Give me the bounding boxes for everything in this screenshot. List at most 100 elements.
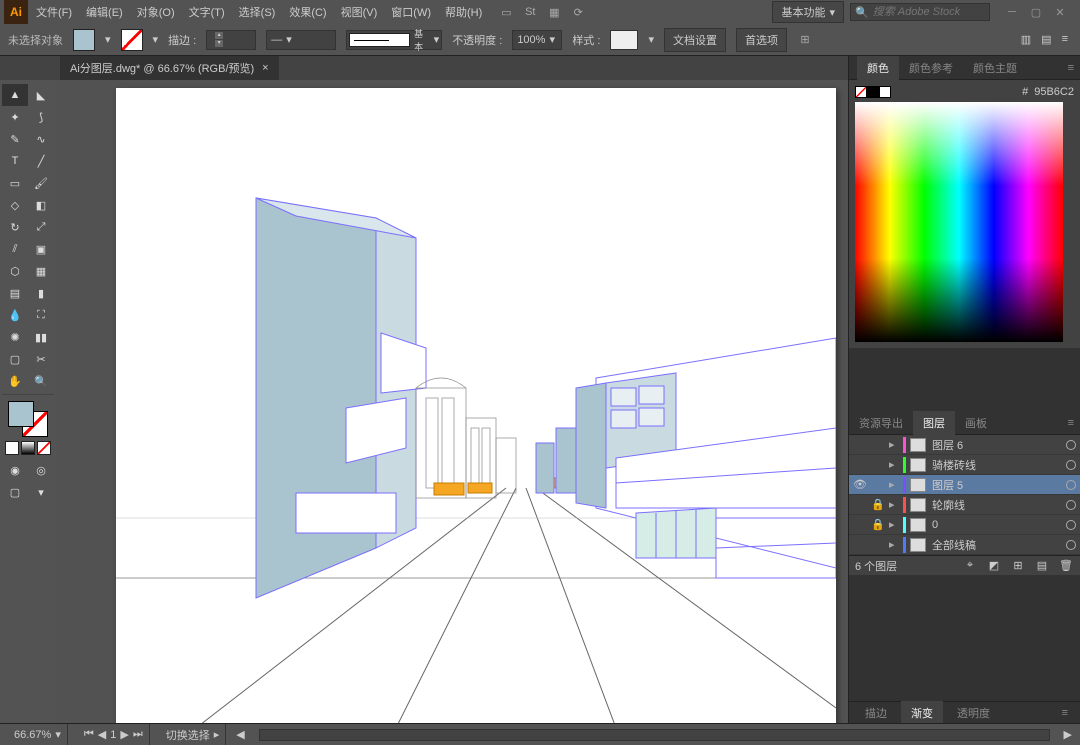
pen-tool[interactable]: ✎ (2, 128, 28, 150)
screen-mode-options[interactable]: ▾ (28, 481, 54, 503)
fill-stroke-indicator[interactable] (8, 401, 48, 437)
eyedropper-tool[interactable]: 💧 (2, 304, 28, 326)
graphic-style[interactable] (610, 30, 638, 50)
slice-tool[interactable]: ✂ (28, 348, 54, 370)
column-graph-tool[interactable]: ▮▮ (28, 326, 54, 348)
color-spectrum[interactable] (855, 102, 1063, 342)
layer-name[interactable]: 图层 6 (930, 437, 1062, 453)
target-icon[interactable] (1066, 460, 1076, 470)
panel-toggle-icon[interactable]: ▤ (1041, 33, 1051, 46)
first-icon[interactable]: ⏮ (84, 728, 94, 741)
draw-behind[interactable]: ◎ (28, 459, 54, 481)
gradient-tool[interactable]: ▮ (28, 282, 54, 304)
document-tab[interactable]: Ai分图层.dwg* @ 66.67% (RGB/预览) × (60, 56, 279, 80)
scroll-right-icon[interactable]: ▶ (1064, 728, 1072, 741)
tab-layers[interactable]: 图层 (913, 411, 955, 435)
target-icon[interactable] (1066, 540, 1076, 550)
artboard-nav[interactable]: ⏮ ◀ 1 ▶ ⏭ (78, 724, 150, 745)
magic-wand-tool[interactable]: ✦ (2, 106, 28, 128)
expand-icon[interactable]: ▸ (889, 478, 899, 491)
color-mode[interactable] (5, 441, 19, 455)
curvature-tool[interactable]: ∿ (28, 128, 54, 150)
panel-menu-icon[interactable]: ≡ (1062, 417, 1080, 429)
expand-icon[interactable]: ▸ (889, 498, 899, 511)
direct-selection-tool[interactable]: ◣ (28, 84, 54, 106)
minimize-button[interactable]: ─ (1004, 4, 1020, 20)
white-swatch[interactable] (879, 86, 891, 98)
line-tool[interactable]: ╱ (28, 150, 54, 172)
gradient-mode[interactable] (21, 441, 35, 455)
hand-tool[interactable]: ✋ (2, 370, 28, 392)
layer-row[interactable]: ▸ 图层 6 (849, 435, 1080, 455)
fill-swatch[interactable] (73, 29, 95, 51)
search-box[interactable]: 🔍 (850, 3, 990, 21)
target-icon[interactable] (1066, 500, 1076, 510)
layer-name[interactable]: 0 (930, 519, 1062, 531)
tab-stroke[interactable]: 描边 (855, 701, 897, 725)
chevron-down-icon[interactable]: ▾ (153, 33, 159, 46)
step-down-icon[interactable]: ▾ (215, 40, 223, 47)
black-swatch[interactable] (867, 86, 879, 98)
menu-file[interactable]: 文件(F) (30, 1, 78, 23)
document-setup-button[interactable]: 文档设置 (664, 28, 726, 52)
symbol-sprayer-tool[interactable]: ✺ (2, 326, 28, 348)
scale-tool[interactable]: ⤢ (28, 216, 54, 238)
next-icon[interactable]: ▶ (120, 728, 128, 741)
target-icon[interactable] (1066, 440, 1076, 450)
menu-window[interactable]: 窗口(W) (385, 1, 437, 23)
brush-definition[interactable]: 基本 ▾ (346, 30, 442, 50)
layer-name[interactable]: 图层 5 (930, 477, 1062, 493)
chevron-down-icon[interactable]: ▾ (648, 33, 654, 46)
layer-name[interactable]: 轮廓线 (930, 497, 1062, 513)
tab-asset-export[interactable]: 资源导出 (849, 411, 913, 435)
eraser-tool[interactable]: ◧ (28, 194, 54, 216)
layer-row[interactable]: ▸全部线稿 (849, 535, 1080, 555)
new-sublayer-icon[interactable]: ⊞ (1010, 559, 1026, 572)
rectangle-tool[interactable]: ▭ (2, 172, 28, 194)
expand-icon[interactable]: ▸ (889, 518, 899, 531)
expand-icon[interactable]: ▸ (889, 538, 899, 551)
zoom-tool[interactable]: 🔍 (28, 370, 54, 392)
tab-color-themes[interactable]: 颜色主题 (963, 56, 1027, 80)
artboard[interactable] (116, 88, 836, 723)
tab-close-icon[interactable]: × (262, 62, 268, 74)
lock-toggle[interactable]: 🔒 (871, 498, 885, 511)
panel-menu-icon[interactable]: ≡ (1056, 707, 1074, 719)
menu-edit[interactable]: 编辑(E) (80, 1, 129, 23)
workspace-switcher[interactable]: 基本功能 ▾ (772, 1, 844, 23)
layer-row[interactable]: 🔒 ▸ 轮廓线 (849, 495, 1080, 515)
step-up-icon[interactable]: ▴ (215, 32, 223, 39)
tab-transparency[interactable]: 透明度 (947, 701, 1000, 725)
layer-row[interactable]: ▸骑楼砖线 (849, 455, 1080, 475)
opacity-input[interactable]: 100% ▾ (512, 30, 562, 50)
stroke-width-input[interactable]: ▴▾ (206, 30, 256, 50)
expand-icon[interactable]: ▸ (889, 438, 899, 451)
target-icon[interactable] (1066, 480, 1076, 490)
menu-select[interactable]: 选择(S) (233, 1, 282, 23)
perspective-grid-tool[interactable]: ▦ (28, 260, 54, 282)
rotate-tool[interactable]: ↻ (2, 216, 28, 238)
hex-value[interactable]: 95B6C2 (1034, 86, 1074, 98)
layer-name[interactable]: 骑楼砖线 (930, 457, 1062, 473)
gpu-icon[interactable]: ⟳ (570, 4, 586, 20)
none-mode[interactable] (37, 441, 51, 455)
menu-object[interactable]: 对象(O) (131, 1, 181, 23)
panel-toggle-icon[interactable]: ▥ (1021, 33, 1031, 46)
menu-type[interactable]: 文字(T) (183, 1, 231, 23)
stroke-swatch[interactable] (121, 29, 143, 51)
locate-layer-icon[interactable]: ⌖ (962, 559, 978, 572)
lasso-tool[interactable]: ⟆ (28, 106, 54, 128)
tab-gradient[interactable]: 渐变 (901, 701, 943, 725)
artboard-tool[interactable]: ▢ (2, 348, 28, 370)
close-button[interactable]: ✕ (1052, 4, 1068, 20)
tab-color-guide[interactable]: 颜色参考 (899, 56, 963, 80)
prev-icon[interactable]: ◀ (98, 728, 106, 741)
menu-view[interactable]: 视图(V) (335, 1, 384, 23)
bridge-icon[interactable]: ▭ (498, 4, 514, 20)
make-clipping-mask-icon[interactable]: ◩ (986, 559, 1002, 572)
lock-toggle[interactable]: 🔒 (871, 518, 885, 531)
canvas[interactable] (56, 80, 848, 723)
panel-menu-icon[interactable]: ≡ (1062, 62, 1080, 74)
chevron-down-icon[interactable]: ▾ (105, 33, 111, 46)
horizontal-scrollbar[interactable] (259, 729, 1050, 741)
